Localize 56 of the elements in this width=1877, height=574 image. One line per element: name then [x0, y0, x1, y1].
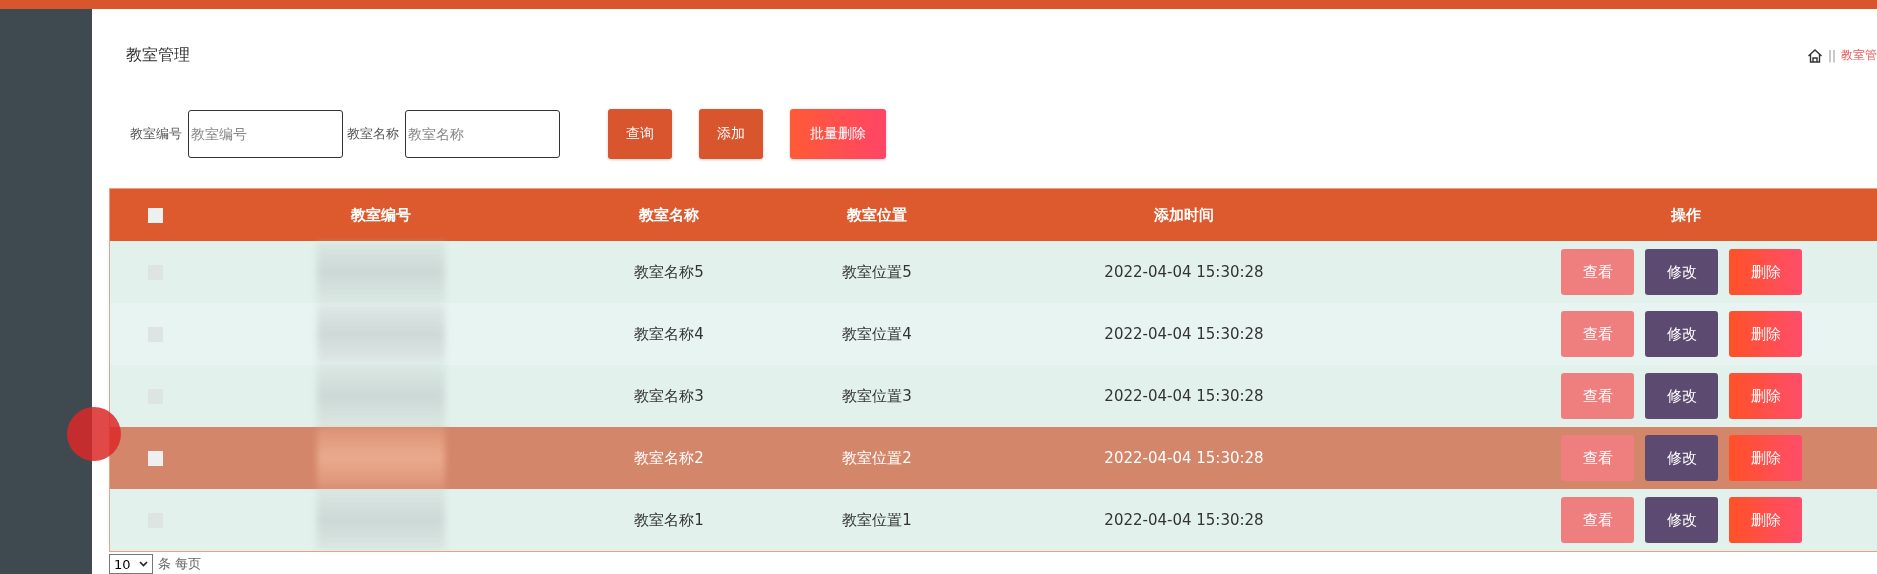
column-header: 教室编号 [351, 205, 411, 225]
table-cell: 教室名称3 [634, 386, 704, 406]
table-cell: 教室名称5 [634, 262, 704, 282]
table-cell: 2022-04-04 15:30:28 [1104, 511, 1264, 529]
table-cell: 教室名称4 [634, 324, 704, 344]
table-cell: 2022-04-04 15:30:28 [1104, 449, 1264, 467]
add-button[interactable]: 添加 [699, 109, 763, 160]
table-cell: 教室名称1 [634, 510, 704, 530]
page-size-select[interactable]: 10 [109, 554, 153, 574]
edit-button[interactable]: 修改 [1645, 435, 1718, 481]
table-cell: 教室位置2 [842, 448, 912, 468]
delete-button[interactable]: 删除 [1729, 435, 1802, 481]
delete-button[interactable]: 删除 [1729, 497, 1802, 543]
field-label: 教室编号 [130, 125, 182, 144]
table-row[interactable]: 教室名称3 教室位置3 2022-04-04 15:30:28 查看 修改 删除 [110, 365, 1877, 427]
edit-button[interactable]: 修改 [1645, 497, 1718, 543]
table-cell: 教室位置4 [842, 324, 912, 344]
table-cell: 教室位置5 [842, 262, 912, 282]
delete-button[interactable]: 删除 [1729, 311, 1802, 357]
input-field[interactable]: 教室名称 [405, 110, 560, 159]
column-header: 教室名称 [639, 205, 699, 225]
table-row[interactable]: 教室名称4 教室位置4 2022-04-04 15:30:28 查看 修改 删除 [110, 303, 1877, 365]
view-button[interactable]: 查看 [1561, 373, 1634, 419]
table-row[interactable]: 教室名称1 教室位置1 2022-04-04 15:30:28 查看 修改 删除 [110, 489, 1877, 551]
table-row[interactable]: 教室名称5 教室位置5 2022-04-04 15:30:28 查看 修改 删除 [110, 241, 1877, 303]
query-button[interactable]: 查询 [608, 109, 672, 160]
view-button[interactable]: 查看 [1561, 249, 1634, 295]
edit-button[interactable]: 修改 [1645, 249, 1718, 295]
table-row[interactable]: 教室名称2 教室位置2 2022-04-04 15:30:28 查看 修改 删除 [110, 427, 1877, 489]
row-checkbox[interactable] [148, 450, 163, 466]
table-cell: 2022-04-04 15:30:28 [1104, 263, 1264, 281]
page-size-label: 条 每页 [157, 555, 201, 573]
table-cell: 2022-04-04 15:30:28 [1104, 325, 1264, 343]
view-button[interactable]: 查看 [1561, 497, 1634, 543]
table-cell: 教室位置1 [842, 510, 912, 530]
batch-delete-button[interactable]: 批量删除 [790, 109, 886, 160]
breadcrumb-separator: || [1827, 48, 1836, 63]
column-header: 教室位置 [847, 205, 907, 225]
column-header: 添加时间 [1154, 205, 1214, 225]
column-header: 操作 [1671, 205, 1701, 225]
input-field[interactable]: 教室编号 [188, 110, 343, 159]
field-label: 教室名称 [347, 125, 399, 144]
table-cell: 2022-04-04 15:30:28 [1104, 387, 1264, 405]
table-cell: 教室位置3 [842, 386, 912, 406]
breadcrumb-link[interactable]: 教室管 [1841, 47, 1877, 65]
delete-button[interactable]: 删除 [1729, 249, 1802, 295]
table-cell: 教室名称2 [634, 448, 704, 468]
home-icon[interactable] [1806, 47, 1823, 64]
dropdown-caret-icon [138, 561, 148, 567]
select-all-checkbox[interactable] [148, 207, 163, 223]
delete-button[interactable]: 删除 [1729, 373, 1802, 419]
page-title: 教室管理 [126, 45, 190, 67]
edit-button[interactable]: 修改 [1645, 373, 1718, 419]
view-button[interactable]: 查看 [1561, 435, 1634, 481]
edit-button[interactable]: 修改 [1645, 311, 1718, 357]
view-button[interactable]: 查看 [1561, 311, 1634, 357]
